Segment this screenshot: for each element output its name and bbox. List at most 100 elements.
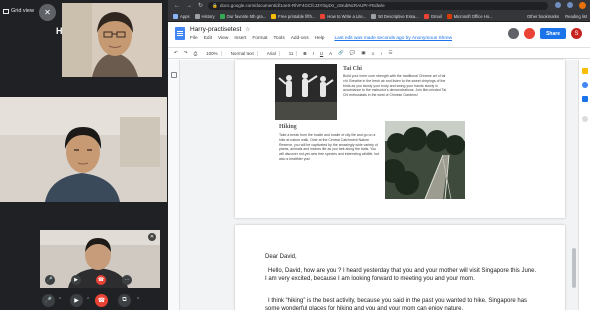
- meet-controls-bar: 🎤 ^ ▶ ^ ☎ ⧉ ^: [0, 290, 168, 310]
- menu-view[interactable]: View: [218, 36, 228, 41]
- mic-button[interactable]: 🎤: [42, 294, 55, 307]
- text-color-button[interactable]: A: [329, 51, 332, 56]
- menu-format[interactable]: Format: [252, 36, 267, 41]
- bookmark-item[interactable]: How to Write a Lite...: [320, 13, 366, 19]
- profile-icon[interactable]: [579, 2, 586, 9]
- close-icon[interactable]: ✕: [148, 233, 156, 241]
- letter-paragraph-1: Hello, David, how are you ? I heard yest…: [265, 268, 537, 283]
- bookmark-item[interactable]: Microsoft Office Ho...: [446, 13, 493, 19]
- style-select[interactable]: Normal text: [228, 50, 258, 56]
- last-edit-link[interactable]: Last edit was made seconds ago by Anonym…: [334, 36, 452, 41]
- participant-tile-1[interactable]: [62, 3, 162, 77]
- bookmark-icon: [320, 13, 326, 19]
- image-icon[interactable]: ▣: [361, 50, 365, 56]
- other-bookmarks[interactable]: Other bookmarks: [527, 14, 559, 19]
- bookmark-icon: [271, 13, 277, 19]
- puzzle-icon[interactable]: [567, 2, 573, 8]
- font-select[interactable]: Arial: [264, 50, 280, 56]
- font-size-select[interactable]: 11: [286, 50, 298, 56]
- extension-icon[interactable]: [555, 2, 561, 8]
- document-page-2[interactable]: Dear David, Hello, David, how are you ? …: [235, 225, 565, 310]
- calendar-icon[interactable]: [582, 96, 588, 102]
- bookmark-item[interactable]: History: [194, 13, 215, 19]
- menu-addons[interactable]: Add-ons: [291, 36, 309, 41]
- participant-2-video: [0, 97, 167, 202]
- menu-tools[interactable]: Tools: [274, 36, 285, 41]
- taichi-image: [275, 64, 337, 120]
- checklist-icon[interactable]: ☰: [389, 50, 393, 56]
- camera-options-icon[interactable]: ^: [87, 297, 89, 303]
- redo-icon[interactable]: ↷: [184, 50, 188, 56]
- grid-icon: [3, 8, 9, 14]
- document-page-1[interactable]: Tai Chi Build your inner core strength w…: [235, 60, 565, 218]
- mic-off-icon: ✕: [39, 4, 56, 21]
- underline-button[interactable]: U: [320, 51, 323, 56]
- hiking-image: [385, 121, 465, 199]
- hiking-body: Take a break from the hustle and bustle …: [279, 133, 380, 161]
- url-text: docs.google.com/document/d/1oeX-RlVF4GCf…: [220, 3, 385, 8]
- docs-header-actions: Share S: [508, 28, 582, 39]
- zoom-select[interactable]: 100%: [203, 50, 222, 56]
- address-bar: ← → ↻ 🔒 docs.google.com/document/d/1oeX-…: [168, 0, 590, 11]
- bookmark-item[interactable]: 50 Descriptive Essa...: [371, 13, 419, 19]
- tasks-icon[interactable]: [582, 82, 588, 88]
- menu-help[interactable]: Help: [315, 36, 325, 41]
- back-icon[interactable]: ←: [174, 3, 180, 9]
- share-button[interactable]: Share: [540, 28, 566, 39]
- reload-icon[interactable]: ↻: [198, 2, 203, 9]
- bookmark-item[interactable]: Gmail: [423, 13, 442, 19]
- link-icon[interactable]: 🔗: [338, 50, 344, 56]
- outline-icon[interactable]: [171, 72, 177, 78]
- forward-icon[interactable]: →: [186, 3, 192, 9]
- tile-camera-icon[interactable]: ▶: [71, 275, 81, 285]
- menu-edit[interactable]: Edit: [204, 36, 212, 41]
- align-icon[interactable]: ≡: [372, 51, 375, 56]
- comment-icon[interactable]: 💬: [350, 50, 356, 56]
- present-button[interactable]: ⧉: [118, 294, 131, 307]
- reading-list[interactable]: Reading list: [565, 14, 587, 19]
- bookmarks-right: Other bookmarks Reading list: [527, 14, 587, 19]
- tile-more-icon[interactable]: ⋯: [122, 275, 132, 285]
- participant-1-video: [62, 3, 162, 77]
- history-icon: [194, 13, 200, 19]
- italic-button[interactable]: I: [313, 51, 314, 56]
- taichi-photo: [275, 64, 337, 120]
- bookmark-item[interactable]: Our favorite 5th gra...: [219, 13, 266, 19]
- meet-present-icon[interactable]: [524, 28, 536, 39]
- camera-button[interactable]: ▶: [70, 294, 83, 307]
- browser-window: ← → ↻ 🔒 docs.google.com/document/d/1oeX-…: [168, 0, 590, 310]
- gmail-icon: [423, 13, 429, 19]
- menu-bar: File Edit View Insert Format Tools Add-o…: [190, 36, 452, 41]
- url-field[interactable]: 🔒 docs.google.com/document/d/1oeX-RlVF4G…: [208, 2, 548, 10]
- bookmark-item[interactable]: Free printable fifth...: [271, 13, 315, 19]
- grid-view-toggle[interactable]: Grid view: [3, 8, 34, 14]
- hangup-button[interactable]: ☎: [95, 294, 108, 307]
- docs-logo-icon[interactable]: [175, 27, 185, 40]
- keep-icon[interactable]: [582, 68, 588, 74]
- menu-file[interactable]: File: [190, 36, 198, 41]
- browser-toolbar-icons: [555, 2, 586, 9]
- comment-history-icon[interactable]: [508, 28, 520, 39]
- present-options-icon[interactable]: ^: [137, 297, 139, 303]
- bold-button[interactable]: B: [303, 51, 306, 56]
- print-icon[interactable]: ⎙: [194, 51, 198, 56]
- taichi-title: Tai Chi: [343, 66, 362, 72]
- avatar[interactable]: S: [571, 28, 582, 39]
- undo-icon[interactable]: ↶: [174, 50, 178, 56]
- apps-icon: [173, 13, 178, 19]
- self-view-tile[interactable]: ✕ 🎤 ▶ ☎ ⋯: [40, 230, 160, 288]
- side-panel: [578, 60, 590, 310]
- line-spacing-icon[interactable]: ↕: [380, 51, 382, 56]
- mic-options-icon[interactable]: ^: [59, 297, 61, 303]
- star-icon[interactable]: ☆: [245, 26, 250, 33]
- menu-insert[interactable]: Insert: [234, 36, 246, 41]
- tile-mic-icon[interactable]: 🎤: [45, 275, 55, 285]
- vertical-ruler: [168, 60, 180, 310]
- add-addon-icon[interactable]: [582, 116, 588, 122]
- participant-tile-2[interactable]: [0, 97, 167, 202]
- bookmark-item[interactable]: Apps: [173, 13, 190, 19]
- scrollbar[interactable]: [572, 248, 576, 288]
- hiking-photo: [385, 121, 465, 199]
- tile-hangup-icon[interactable]: ☎: [96, 275, 106, 285]
- document-title[interactable]: Harry-practisetest: [190, 26, 241, 33]
